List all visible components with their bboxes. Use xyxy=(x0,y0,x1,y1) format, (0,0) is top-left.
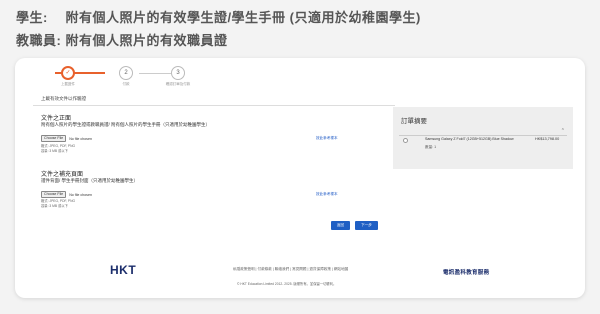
divider xyxy=(33,105,395,106)
step-3-label: 確認訂單及付款 xyxy=(165,82,191,86)
back-file-row: Choose File No file chosen xyxy=(41,191,92,198)
step-2-dot: 2 xyxy=(119,66,133,80)
front-section-subtitle: 附有個人照片的學生證或教職員證/ 附有個人照片的學生手冊（只適用於幼稚園學生） xyxy=(41,122,210,127)
footer-links[interactable]: 私隱政策聲明 | 付款條款 | 聯絡我們 | 常見問題 | 退貨保障政策 | 網… xyxy=(233,267,348,272)
order-item-name: Samsung Galaxy Z Fold7 (12GB+512GB) Blue… xyxy=(425,137,514,141)
front-choose-file-button[interactable]: Choose File xyxy=(41,135,67,142)
item-select-radio[interactable] xyxy=(403,138,408,143)
staff-requirement-heading: 教職員: 附有個人照片的有效職員證 xyxy=(16,33,228,48)
order-item-price: HK$13,798.00 xyxy=(535,137,560,141)
upload-note: 上載有效文件以作驗證 xyxy=(41,96,86,101)
checkout-card: ✓ 上載證件 2 付款 3 確認訂單及付款 上載有效文件以作驗證 文件之正面 附… xyxy=(15,58,585,298)
back-choose-file-button[interactable]: Choose File xyxy=(41,191,67,198)
chevron-up-icon[interactable]: ⌃ xyxy=(561,128,565,134)
front-sample-link[interactable]: 按此參考樣本 xyxy=(316,136,338,141)
front-formats: 格式: JPEG, PDF, PNG xyxy=(41,144,76,148)
back-size-limit: 容量: 3 MB 或以下 xyxy=(41,204,68,208)
front-file-row: Choose File No file chosen xyxy=(41,135,92,142)
front-section-title: 文件之正面 xyxy=(41,116,72,122)
step-1-check-icon: ✓ xyxy=(61,66,75,80)
front-size-limit: 容量: 3 MB 或以下 xyxy=(41,149,68,153)
step-3-dot: 3 xyxy=(171,66,185,80)
pccw-education-logo: 電訊盈科教育服務 xyxy=(443,270,490,276)
progress-stepper: ✓ 上載證件 2 付款 3 確認訂單及付款 xyxy=(41,66,221,88)
order-summary-panel: 訂單摘要 ⌃ Samsung Galaxy Z Fold7 (12GB+512G… xyxy=(393,107,573,169)
front-file-status: No file chosen xyxy=(69,136,92,141)
back-button[interactable]: 返回 xyxy=(331,221,350,230)
back-file-status: No file chosen xyxy=(69,192,92,197)
student-requirement-heading: 學生: 附有個人照片的有效學生證/學生手冊 (只適用於幼稚園學生) xyxy=(16,10,421,25)
summary-divider xyxy=(399,135,567,136)
back-section-subtitle: 證件背面/ 學生手冊封面（只適用於幼稚園學生） xyxy=(41,178,138,183)
back-sample-link[interactable]: 按此參考樣本 xyxy=(316,192,338,197)
back-formats: 格式: JPEG, PDF, PNG xyxy=(41,199,76,203)
next-button[interactable]: 下一步 xyxy=(355,221,378,230)
order-item-quantity: 數量: 1 xyxy=(425,145,437,149)
back-section-title: 文件之補充頁面 xyxy=(41,172,84,178)
step-1-label: 上載證件 xyxy=(61,82,75,86)
step-2-label: 付款 xyxy=(122,82,130,86)
order-summary-title: 訂單摘要 xyxy=(401,118,427,125)
footer-copyright: © HKT Education Limited 2012- 2025. 版權所有… xyxy=(237,282,337,286)
hkt-logo[interactable]: HKT xyxy=(110,263,136,277)
